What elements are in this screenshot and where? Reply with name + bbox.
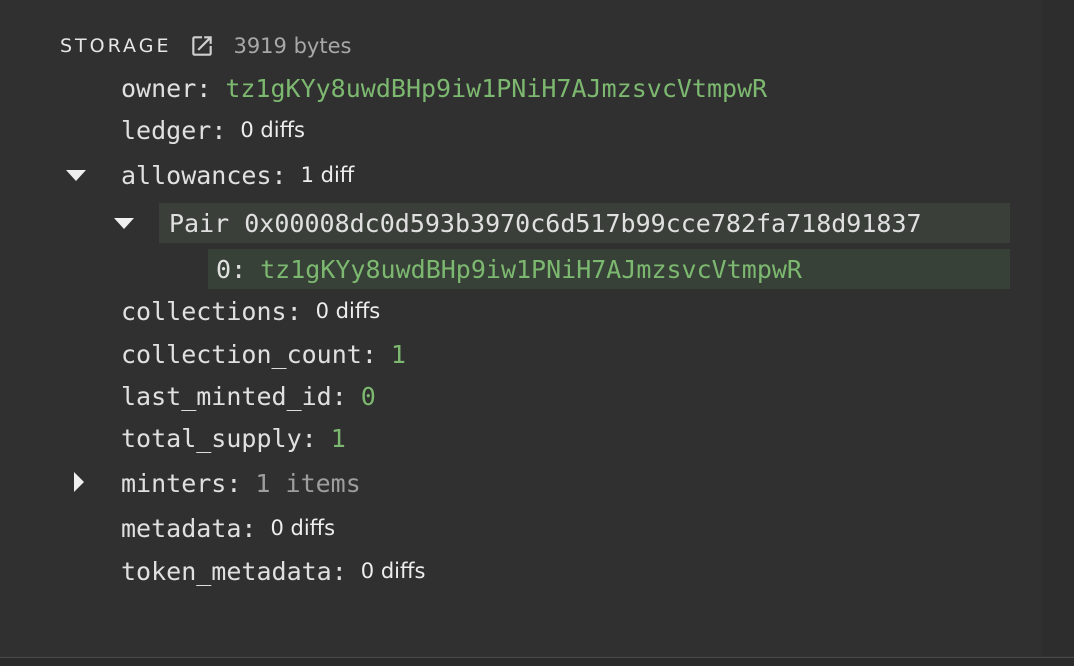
key-pair-child: 0 [216, 254, 232, 284]
row-last-minted-id: last_minted_id: 0 [121, 379, 376, 413]
storage-panel: STORAGE 3919 bytes owner: tz1gKYy8uwdBHp… [0, 0, 1074, 666]
bottom-edge [0, 658, 1074, 666]
row-collection-count: collection_count: 1 [121, 337, 406, 371]
key-minters: minters [121, 468, 227, 498]
key-last-minted-id: last_minted_id [121, 381, 332, 411]
key-allowances: allowances [121, 160, 272, 190]
key-collections: collections [121, 296, 287, 326]
row-collections: collections: 0 diffs [121, 294, 380, 328]
row-ledger: ledger: 0 diffs [121, 113, 305, 147]
key-ledger: ledger [121, 115, 212, 145]
colon: : [331, 381, 347, 411]
key-total-supply: total_supply [121, 423, 302, 453]
allowances-collapse-toggle[interactable] [64, 163, 88, 187]
value-last-minted-id: 0 [360, 381, 376, 411]
row-pair-child: 0: tz1gKYy8uwdBHp9iw1PNiH7AJmzsvcVtmpwR [208, 249, 1010, 289]
row-allowances[interactable]: allowances: 1 diff [121, 158, 354, 192]
row-token-metadata: token_metadata: 0 diffs [121, 554, 425, 588]
key-collection-count: collection_count [121, 339, 362, 369]
row-minters[interactable]: minters: 1 items [121, 466, 361, 500]
value-metadata: 0 diffs [270, 516, 336, 540]
caret-down-icon [114, 218, 134, 229]
colon: : [286, 296, 302, 326]
storage-title: STORAGE [60, 35, 172, 57]
value-owner[interactable]: tz1gKYy8uwdBHp9iw1PNiH7AJmzsvcVtmpwR [225, 74, 767, 103]
storage-size: 3919 bytes [233, 34, 352, 58]
pair-collapse-toggle[interactable] [112, 211, 136, 235]
colon: : [331, 556, 347, 586]
caret-down-icon [66, 170, 86, 181]
colon: : [231, 254, 247, 284]
scroll-gutter [1042, 0, 1074, 656]
colon: : [196, 73, 212, 103]
row-metadata: metadata: 0 diffs [121, 511, 335, 545]
value-token-metadata: 0 diffs [360, 559, 426, 583]
open-in-new-icon[interactable] [189, 33, 215, 59]
row-total-supply: total_supply: 1 [121, 421, 346, 455]
colon: : [301, 423, 317, 453]
key-token-metadata: token_metadata [121, 556, 332, 586]
row-allowances-pair[interactable]: Pair 0x00008dc0d593b3970c6d517b99cce782f… [159, 203, 1010, 243]
colon: : [271, 160, 287, 190]
key-owner: owner [121, 73, 197, 103]
caret-right-icon [74, 472, 84, 492]
value-minters: 1 items [255, 468, 361, 498]
minters-expand-toggle[interactable] [66, 470, 90, 494]
value-allowances: 1 diff [300, 163, 355, 187]
key-pair: Pair 0x00008dc0d593b3970c6d517b99cce782f… [169, 208, 922, 238]
value-collections: 0 diffs [315, 299, 381, 323]
colon: : [226, 468, 242, 498]
colon: : [241, 513, 257, 543]
row-owner: owner: tz1gKYy8uwdBHp9iw1PNiH7AJmzsvcVtm… [121, 71, 767, 105]
storage-header: STORAGE 3919 bytes [60, 30, 351, 62]
value-collection-count: 1 [390, 339, 406, 369]
value-total-supply: 1 [330, 423, 346, 453]
key-metadata: metadata [121, 513, 242, 543]
colon: : [211, 115, 227, 145]
value-pair-child[interactable]: tz1gKYy8uwdBHp9iw1PNiH7AJmzsvcVtmpwR [260, 255, 802, 284]
value-ledger: 0 diffs [240, 118, 305, 142]
colon: : [361, 339, 377, 369]
